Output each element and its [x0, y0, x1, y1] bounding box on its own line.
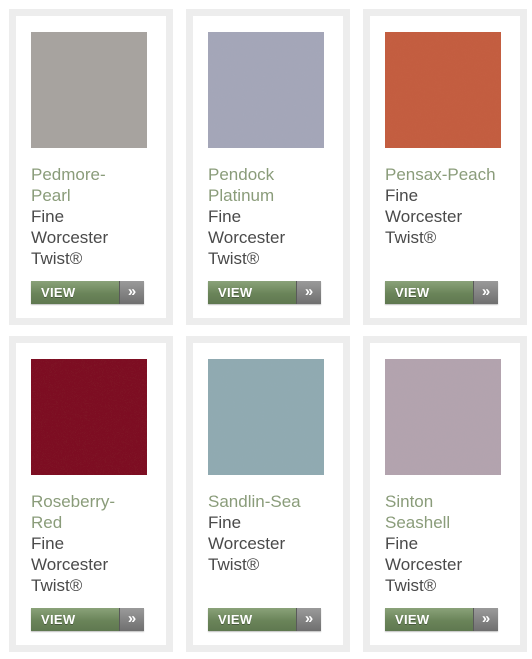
double-chevron-right-icon: »	[296, 608, 321, 631]
product-text: Roseberry- Red Fine Worcester Twist®	[31, 491, 171, 596]
product-desc-line3: Twist®	[208, 555, 260, 574]
view-button-label: VIEW	[208, 608, 296, 631]
view-button[interactable]: VIEW »	[208, 281, 321, 304]
product-desc-line1: Fine	[208, 513, 242, 532]
product-name-line2[interactable]: Seashell	[385, 512, 525, 533]
double-chevron-right-icon: »	[473, 281, 498, 304]
carpet-swatch[interactable]	[208, 359, 324, 475]
product-name-line1[interactable]: Pensax-Peach	[385, 164, 525, 185]
product-card: Sandlin-Sea Fine Worcester Twist® VIEW »	[186, 336, 350, 652]
product-desc-line3: Twist®	[31, 249, 83, 268]
product-name-line1[interactable]: Pedmore-	[31, 164, 171, 185]
product-desc-line1: Fine	[31, 534, 65, 553]
view-button-label: VIEW	[208, 281, 296, 304]
product-name-line2[interactable]: Pearl	[31, 185, 171, 206]
view-button[interactable]: VIEW »	[208, 608, 321, 631]
product-name-line1[interactable]: Sinton	[385, 491, 525, 512]
view-button[interactable]: VIEW »	[385, 281, 498, 304]
product-desc-line2: Worcester	[385, 555, 463, 574]
view-button-label: VIEW	[385, 608, 473, 631]
product-desc-line2: Worcester	[208, 228, 286, 247]
view-button-label: VIEW	[385, 281, 473, 304]
double-chevron-right-icon: »	[119, 281, 144, 304]
product-desc-line1: Fine	[208, 207, 242, 226]
carpet-swatch[interactable]	[385, 359, 501, 475]
product-desc-line3: Twist®	[31, 576, 83, 595]
product-card: Sinton Seashell Fine Worcester Twist® VI…	[363, 336, 527, 652]
product-card: Pensax-Peach Fine Worcester Twist® VIEW …	[363, 9, 527, 325]
view-button[interactable]: VIEW »	[31, 281, 144, 304]
view-button-label: VIEW	[31, 608, 119, 631]
product-card: Roseberry- Red Fine Worcester Twist® VIE…	[9, 336, 173, 652]
product-desc-line3: Twist®	[385, 228, 437, 247]
product-text: Pedmore- Pearl Fine Worcester Twist®	[31, 164, 171, 269]
view-button-label: VIEW	[31, 281, 119, 304]
product-desc-line2: Worcester	[208, 534, 286, 553]
product-desc-line1: Fine	[385, 534, 419, 553]
double-chevron-right-icon: »	[296, 281, 321, 304]
product-card: Pedmore- Pearl Fine Worcester Twist® VIE…	[9, 9, 173, 325]
product-desc-line2: Worcester	[31, 555, 109, 574]
carpet-swatch[interactable]	[385, 32, 501, 148]
carpet-swatch[interactable]	[31, 32, 147, 148]
product-desc-line2: Worcester	[31, 228, 109, 247]
product-name-line1[interactable]: Pendock	[208, 164, 348, 185]
view-button[interactable]: VIEW »	[385, 608, 498, 631]
double-chevron-right-icon: »	[119, 608, 144, 631]
product-name-line1[interactable]: Roseberry-	[31, 491, 171, 512]
product-desc-line2: Worcester	[385, 207, 463, 226]
double-chevron-right-icon: »	[473, 608, 498, 631]
carpet-swatch[interactable]	[208, 32, 324, 148]
product-text: Sinton Seashell Fine Worcester Twist®	[385, 491, 525, 596]
product-desc-line3: Twist®	[208, 249, 260, 268]
product-text: Pendock Platinum Fine Worcester Twist®	[208, 164, 348, 269]
product-desc-line1: Fine	[385, 186, 419, 205]
view-button[interactable]: VIEW »	[31, 608, 144, 631]
product-desc-line3: Twist®	[385, 576, 437, 595]
product-name-line2[interactable]: Red	[31, 512, 171, 533]
product-card: Pendock Platinum Fine Worcester Twist® V…	[186, 9, 350, 325]
product-text: Sandlin-Sea Fine Worcester Twist®	[208, 491, 348, 575]
carpet-swatch[interactable]	[31, 359, 147, 475]
product-name-line1[interactable]: Sandlin-Sea	[208, 491, 348, 512]
product-desc-line1: Fine	[31, 207, 65, 226]
product-name-line2[interactable]: Platinum	[208, 185, 348, 206]
product-text: Pensax-Peach Fine Worcester Twist®	[385, 164, 525, 248]
